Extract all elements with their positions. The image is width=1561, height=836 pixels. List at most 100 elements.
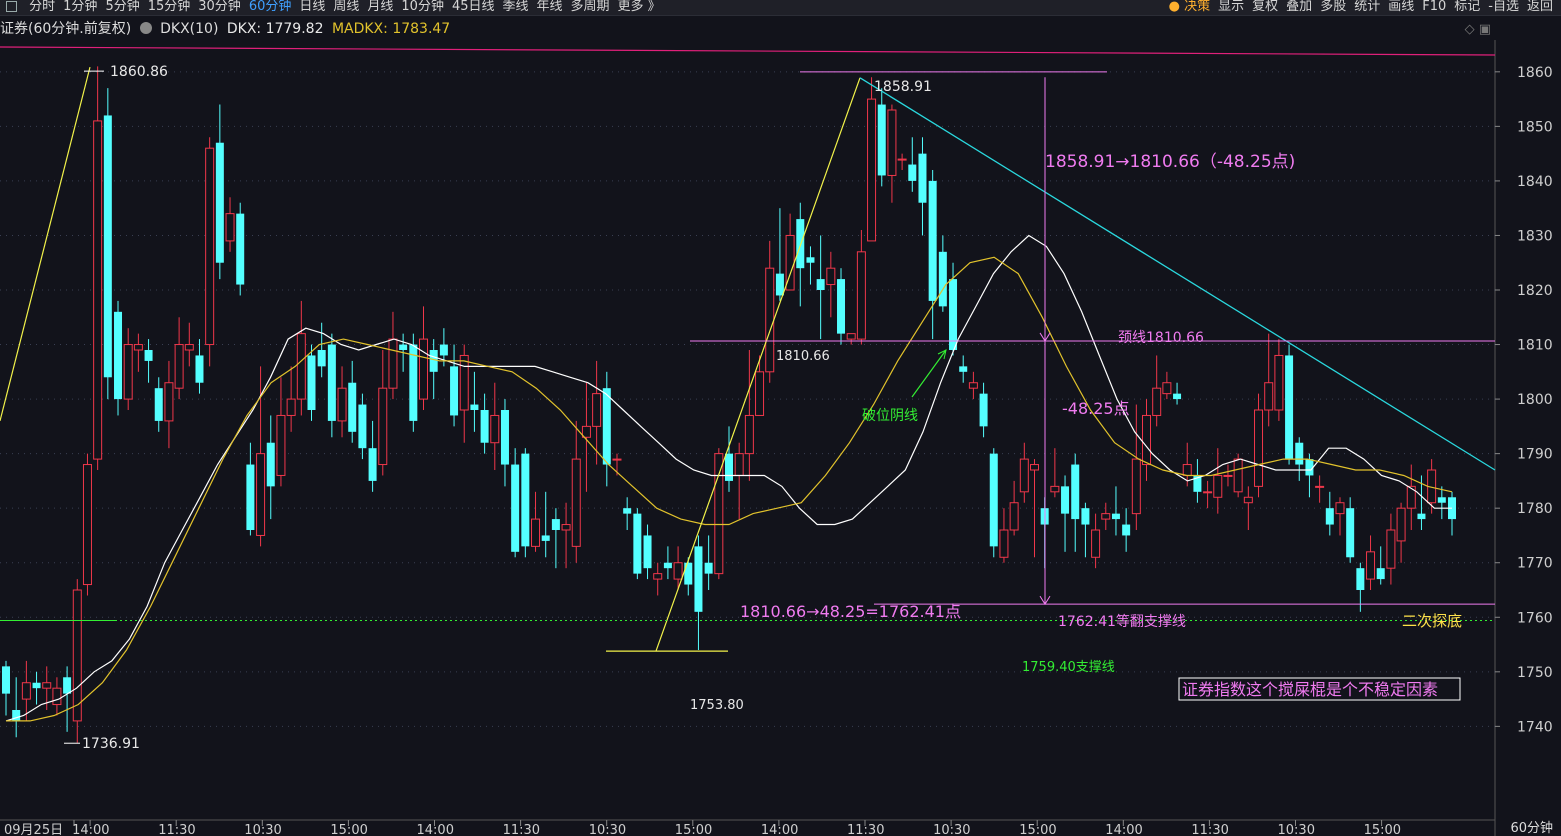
diamond-icon[interactable]: ◇ xyxy=(1465,22,1475,37)
x-tick-label: 09月25日 xyxy=(4,823,63,836)
candle-down xyxy=(806,257,815,263)
x-tick-label: 11:30 xyxy=(1191,823,1228,836)
period-tab-7[interactable]: 周线 xyxy=(329,0,363,14)
period-tab-10[interactable]: 45日线 xyxy=(448,0,499,14)
candle-down xyxy=(877,104,886,176)
window-icon[interactable]: ▣ xyxy=(1479,22,1491,37)
y-tick-label: 1860 xyxy=(1517,65,1553,81)
candle-up xyxy=(1091,529,1101,558)
toolbar-button-1[interactable]: 显示 xyxy=(1214,0,1248,14)
candle-down xyxy=(1122,524,1131,536)
period-tab-9[interactable]: 10分钟 xyxy=(397,0,448,14)
period-tab-13[interactable]: 多周期 xyxy=(567,0,614,14)
toolbar-button-5[interactable]: 统计 xyxy=(1350,0,1384,14)
candle-down xyxy=(837,279,846,334)
candle-down xyxy=(1376,568,1385,580)
sidebar-toggle-icon[interactable] xyxy=(6,1,17,12)
candle-up xyxy=(93,120,103,460)
period-tab-6[interactable]: 日线 xyxy=(295,0,329,14)
candle-up xyxy=(1152,387,1162,416)
candle-up xyxy=(419,338,429,400)
toolbar-right: ● 决策 显示 复权 叠加 多股 统计 画线 F10 标记 -自选 返回 xyxy=(1165,0,1557,15)
period-tab-1[interactable]: 1分钟 xyxy=(59,0,101,14)
chart-canvas[interactable]: 1740 1750 1760 1770 1780 1790 1800 1810 1820 1830… xyxy=(0,40,1561,836)
points-label: -48.25点 xyxy=(1062,399,1130,418)
period-tab-4[interactable]: 30分钟 xyxy=(194,0,245,14)
x-tick-label: 11:30 xyxy=(847,823,884,836)
candle-down xyxy=(358,404,367,449)
x-tick-label: 10:30 xyxy=(244,823,281,836)
candle-up xyxy=(225,213,235,242)
period-tab-0[interactable]: 分时 xyxy=(25,0,59,14)
neck-left-label: 1810.66 xyxy=(776,349,830,364)
candle-down xyxy=(704,562,713,574)
x-tick-label: 15:00 xyxy=(1364,823,1401,836)
candle-down xyxy=(816,279,825,290)
candle-down xyxy=(236,213,245,285)
madkx-value: MADKX: 1783.47 xyxy=(331,21,451,37)
candle-up xyxy=(1264,382,1274,411)
settings-icon[interactable] xyxy=(139,22,152,34)
trend-line-up-2 xyxy=(655,77,861,652)
toolbar-button-9[interactable]: -自选 xyxy=(1484,0,1523,14)
candle-up xyxy=(755,371,765,416)
period-tab-11[interactable]: 季线 xyxy=(499,0,533,14)
candle-down xyxy=(663,562,672,569)
candle-up xyxy=(459,354,469,411)
flip-support-label: 1762.41等翻支撑线 xyxy=(1058,613,1186,630)
candle-up xyxy=(388,338,398,389)
candle-up xyxy=(531,518,541,547)
candle-up xyxy=(256,453,266,536)
period-items: 分时 1分钟 5分钟 15分钟 30分钟 60分钟 日线 周线 月线 10分钟 45日线 季线 年线 多周… xyxy=(25,0,665,14)
candlestick-chart[interactable]: 1740 1750 1760 1770 1780 1790 1800 1810 1820 1830… xyxy=(0,40,1561,836)
candle-up xyxy=(133,344,143,351)
toolbar-button-3[interactable]: 叠加 xyxy=(1282,0,1316,14)
candle-down xyxy=(1305,459,1314,476)
candle-up xyxy=(1315,485,1325,488)
period-tab-5[interactable]: 60分钟 xyxy=(245,0,296,14)
y-tick-label: 1750 xyxy=(1517,665,1553,681)
candle-down xyxy=(246,464,255,530)
candle-down xyxy=(979,393,988,427)
high1-label: 1860.86 xyxy=(110,64,168,80)
period-tab-3[interactable]: 15分钟 xyxy=(144,0,195,14)
x-tick-label: 15:00 xyxy=(675,823,712,836)
toolbar-button-0[interactable]: ● 决策 xyxy=(1165,0,1214,14)
candle-up xyxy=(490,414,500,444)
candle-down xyxy=(796,219,805,269)
candle-up xyxy=(1386,529,1396,569)
drop-annotation: 1858.91→1810.66（-48.25点) xyxy=(1045,152,1295,172)
candle-down xyxy=(643,535,652,569)
toolbar-button-2[interactable]: 复权 xyxy=(1248,0,1282,14)
candle-up xyxy=(174,344,184,389)
x-tick-label: 10:30 xyxy=(1278,823,1315,836)
period-tab-2[interactable]: 5分钟 xyxy=(101,0,143,14)
breakdown-arrow xyxy=(911,349,947,398)
candle-up xyxy=(276,414,286,476)
note-label: 证券指数这个搅屎棍是个不稳定因素 xyxy=(1182,680,1438,699)
y-tick-label: 1790 xyxy=(1517,447,1553,463)
candle-up xyxy=(1101,513,1111,520)
candle-down xyxy=(989,453,998,547)
candle-up xyxy=(846,333,856,340)
candle-down xyxy=(114,311,123,400)
toolbar-button-4[interactable]: 多股 xyxy=(1316,0,1350,14)
candle-up xyxy=(21,682,31,700)
candle-up xyxy=(1274,354,1284,411)
toolbar-button-6[interactable]: 画线 xyxy=(1384,0,1418,14)
candle-down xyxy=(775,273,784,296)
x-tick-label: 11:30 xyxy=(503,823,540,836)
candle-down xyxy=(429,350,438,372)
toolbar-button-7[interactable]: F10 xyxy=(1418,0,1450,14)
candle-up xyxy=(1335,502,1345,515)
candle-down xyxy=(1356,568,1365,590)
toolbar-button-8[interactable]: 标记 xyxy=(1450,0,1484,14)
candle-down xyxy=(327,344,336,421)
toolbar-button-10[interactable]: 返回 xyxy=(1523,0,1557,14)
x-tick-label: 11:30 xyxy=(158,823,195,836)
candle-down xyxy=(938,251,947,307)
period-tab-12[interactable]: 年线 xyxy=(533,0,567,14)
period-tab-8[interactable]: 月线 xyxy=(363,0,397,14)
indicator-param[interactable]: DKX(10) xyxy=(160,21,218,37)
period-tab-14[interactable]: 更多 》 xyxy=(614,0,665,14)
